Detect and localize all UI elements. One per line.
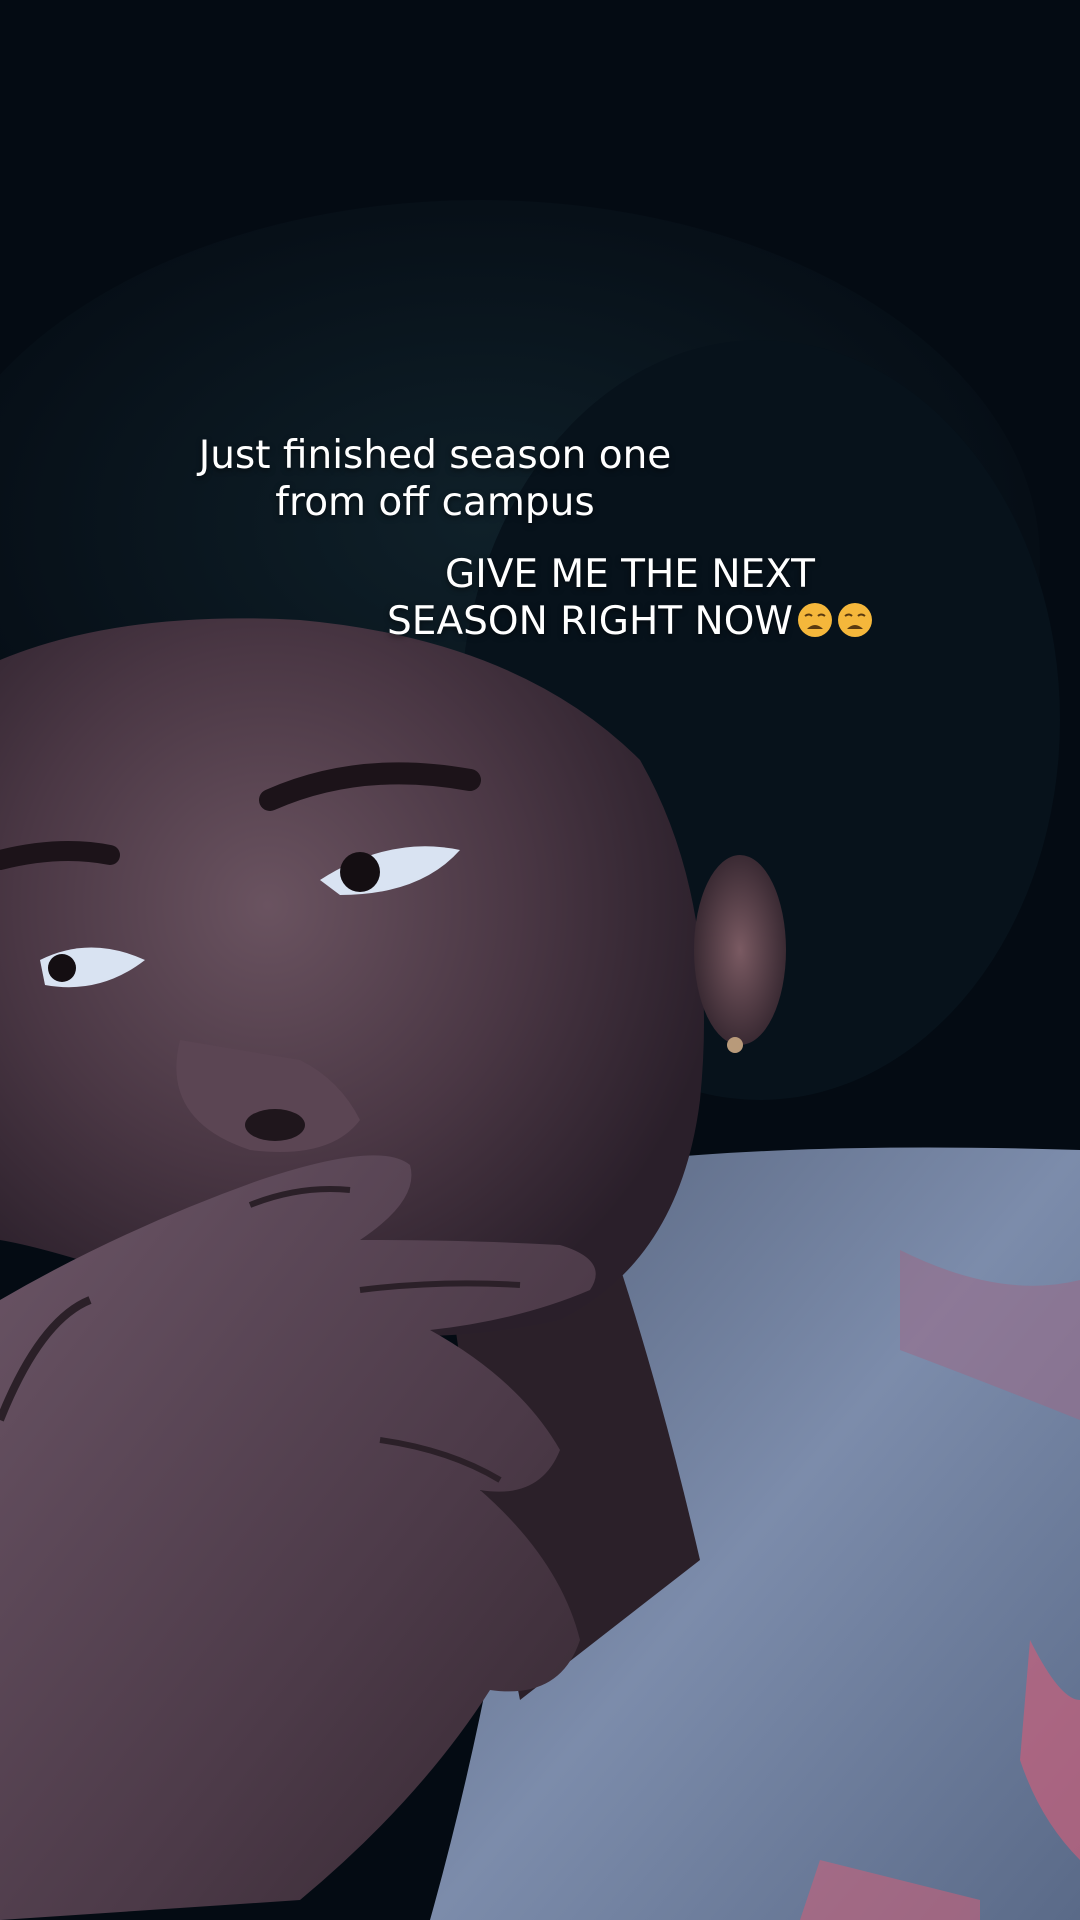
caption-bottom-text: GIVE ME THE NEXT SEASON RIGHT NOW bbox=[387, 551, 815, 645]
selfie-photo bbox=[0, 0, 1080, 1920]
caption-bottom: GIVE ME THE NEXT SEASON RIGHT NOW bbox=[380, 503, 880, 646]
weary-face-icon bbox=[837, 603, 872, 638]
weary-face-icon bbox=[797, 603, 832, 638]
video-frame: Just finished season one from off campus… bbox=[0, 0, 1080, 1920]
